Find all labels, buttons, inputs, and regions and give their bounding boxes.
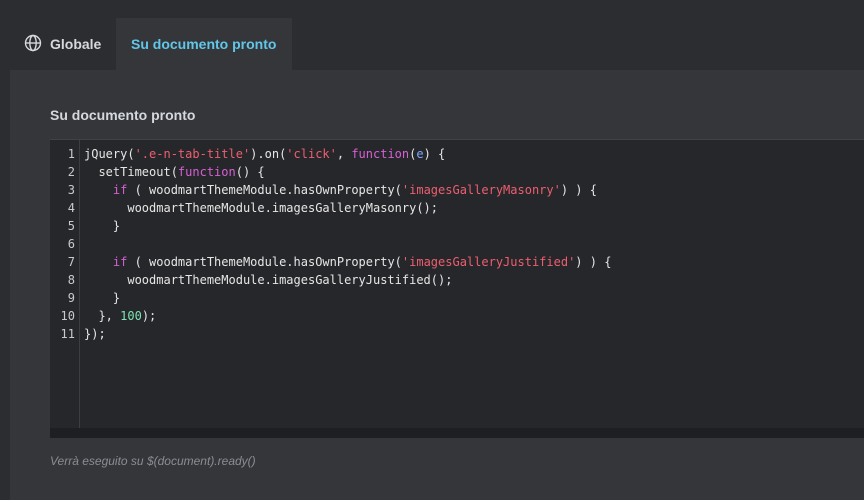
code-token: '.e-n-tab-title' <box>134 147 251 161</box>
line-number: 11 <box>60 327 75 341</box>
code-token: if <box>112 183 128 197</box>
tab-bar: Globale Su documento pronto <box>0 0 864 70</box>
code-token: if <box>112 255 128 269</box>
code-token: 'imagesGalleryJustified' <box>401 255 576 269</box>
tab-su-documento-pronto-label: Su documento pronto <box>131 36 277 52</box>
line-number: 4 <box>67 201 75 215</box>
tab-globale[interactable]: Globale <box>10 18 116 70</box>
line-number: 3 <box>67 183 75 197</box>
code-line: }, 100); <box>84 307 156 325</box>
code-token: setTimeout( <box>84 165 178 179</box>
line-number: 5 <box>67 219 75 233</box>
code-editor[interactable]: 1 2 3 4 5 6 7 8 9 10 11 jQuery('.e-n-tab-title').o… <box>50 139 864 438</box>
line-number: 1 <box>67 147 75 161</box>
code-line: setTimeout(function() { <box>84 163 265 181</box>
execution-hint: Verrà eseguito su $(document).ready() <box>50 454 256 468</box>
code-line: } <box>84 217 120 235</box>
code-token: jQuery( <box>84 147 135 161</box>
code-token: woodmartThemeModule.imagesGalleryJustifi… <box>84 273 453 287</box>
section-title: Su documento pronto <box>50 107 196 123</box>
code-token: ).on( <box>250 147 287 161</box>
code-token: }); <box>84 327 106 341</box>
line-number: 7 <box>67 255 75 269</box>
line-number: 8 <box>67 273 75 287</box>
code-token: ) ) { <box>560 183 597 197</box>
line-number: 6 <box>67 237 75 251</box>
code-line: jQuery('.e-n-tab-title').on('click', fun… <box>84 145 445 163</box>
horizontal-scrollbar[interactable] <box>50 428 864 438</box>
code-token: }, <box>84 309 121 323</box>
code-token: ) ) { <box>575 255 612 269</box>
line-number: 10 <box>60 309 75 323</box>
globe-icon <box>24 34 50 55</box>
code-line: if ( woodmartThemeModule.hasOwnProperty(… <box>84 181 597 199</box>
code-token: , <box>336 147 352 161</box>
line-number: 9 <box>67 291 75 305</box>
line-number: 2 <box>67 165 75 179</box>
code-token: 'click' <box>286 147 337 161</box>
code-line: woodmartThemeModule.imagesGalleryMasonry… <box>84 199 438 217</box>
code-token: function <box>351 147 410 161</box>
tab-panel: Su documento pronto 1 2 3 4 5 6 7 8 9 10 11 jQuery… <box>10 70 864 500</box>
code-token: ( woodmartThemeModule.hasOwnProperty( <box>127 183 402 197</box>
code-token: ) { <box>423 147 446 161</box>
tab-globale-label: Globale <box>50 36 102 52</box>
code-line: woodmartThemeModule.imagesGalleryJustifi… <box>84 271 452 289</box>
code-token: woodmartThemeModule.imagesGalleryMasonry… <box>84 201 439 215</box>
code-token: ); <box>141 309 157 323</box>
code-token: e <box>416 147 424 161</box>
code-line: if ( woodmartThemeModule.hasOwnProperty(… <box>84 253 612 271</box>
code-token: } <box>84 219 121 233</box>
code-line: } <box>84 289 120 307</box>
code-token: ( woodmartThemeModule.hasOwnProperty( <box>127 255 402 269</box>
code-token: } <box>84 291 121 305</box>
code-line: }); <box>84 325 106 343</box>
code-token: 100 <box>120 309 142 323</box>
code-token: 'imagesGalleryMasonry' <box>401 183 561 197</box>
code-token: () { <box>235 165 265 179</box>
tab-su-documento-pronto[interactable]: Su documento pronto <box>116 18 292 70</box>
code-token: function <box>177 165 236 179</box>
line-number-gutter: 1 2 3 4 5 6 7 8 9 10 11 <box>50 140 80 428</box>
